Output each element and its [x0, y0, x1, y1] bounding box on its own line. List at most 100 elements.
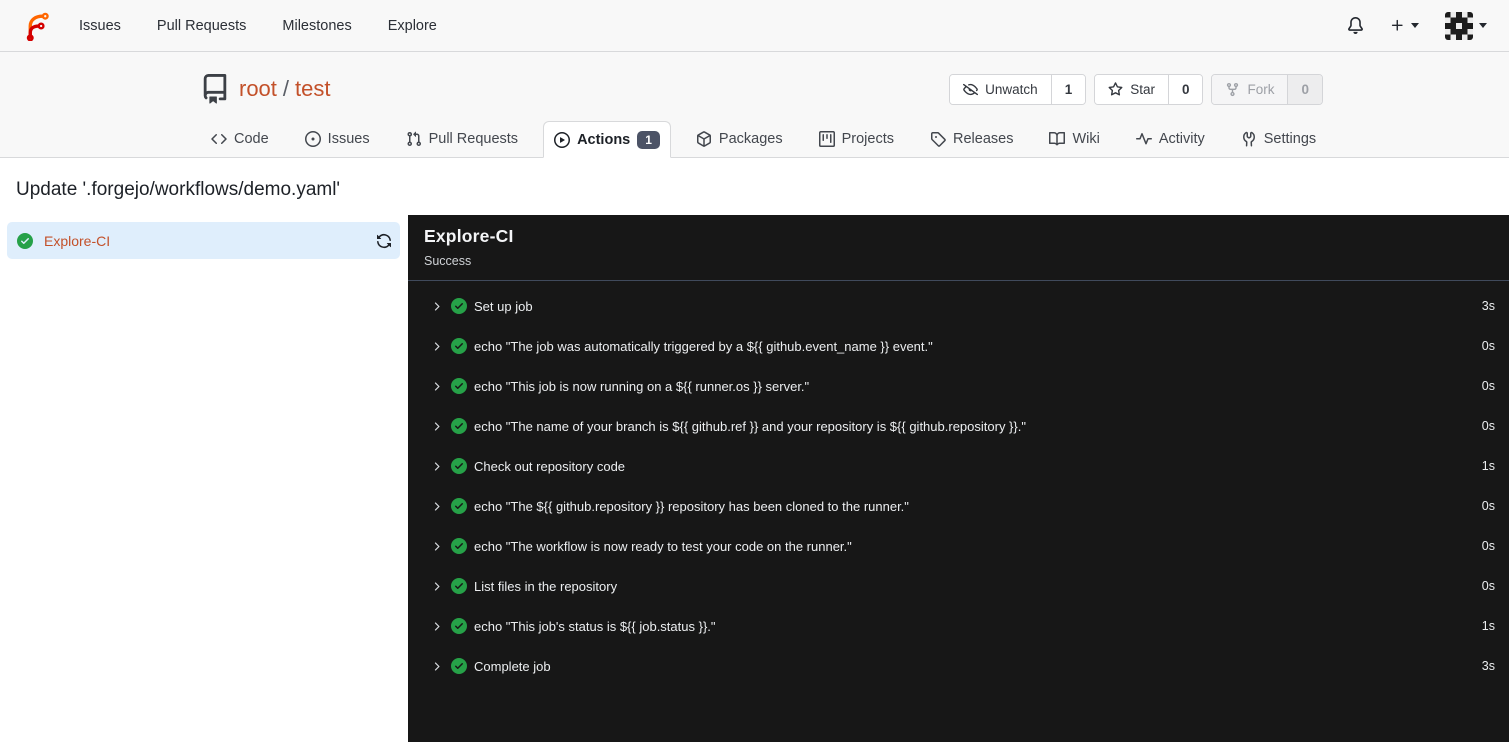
step-title: echo "The job was automatically triggere… — [474, 338, 933, 354]
check-circle-icon — [451, 418, 467, 434]
sidebar-job-explore-ci[interactable]: Explore-CI — [7, 222, 400, 259]
watchers-count[interactable]: 1 — [1050, 74, 1086, 104]
step-duration: 3s — [1481, 299, 1495, 313]
issue-opened-icon — [304, 130, 321, 147]
check-circle-icon — [17, 232, 33, 249]
book-icon — [1049, 131, 1066, 145]
user-menu-button[interactable] — [1445, 11, 1487, 40]
chevron-right-icon[interactable] — [430, 460, 443, 473]
repo-name-link[interactable]: test — [295, 76, 330, 102]
step-row[interactable]: Complete job 3s — [408, 646, 1509, 686]
step-row[interactable]: Check out repository code 1s — [408, 446, 1509, 486]
play-circle-icon — [554, 131, 571, 148]
chevron-right-icon[interactable] — [430, 340, 443, 353]
chevron-down-icon — [1479, 23, 1487, 28]
step-title: echo "This job is now running on a ${{ r… — [474, 378, 810, 394]
tab-wiki[interactable]: Wiki — [1038, 120, 1110, 157]
step-title: Check out repository code — [474, 458, 626, 474]
stars-count[interactable]: 0 — [1167, 74, 1203, 104]
repository-icon — [200, 74, 230, 104]
chevron-down-icon — [1411, 23, 1419, 28]
tab-activity[interactable]: Activity — [1125, 120, 1216, 157]
tab-releases[interactable]: Releases — [919, 120, 1024, 157]
repo-tab-bar: Code Issues Pull Requests Actions 1 Pack… — [200, 120, 1323, 158]
job-list-sidebar: Explore-CI — [0, 215, 408, 742]
step-duration: 3s — [1481, 659, 1495, 673]
job-name-label: Explore-CI — [44, 232, 111, 249]
step-duration: 0s — [1481, 419, 1495, 433]
step-duration: 0s — [1481, 339, 1495, 353]
chevron-right-icon[interactable] — [430, 300, 443, 313]
tab-pull-requests[interactable]: Pull Requests — [395, 120, 529, 157]
nav-link-milestones[interactable]: Milestones — [264, 0, 369, 52]
actions-count-badge: 1 — [637, 130, 660, 149]
step-duration: 1s — [1481, 619, 1495, 633]
tab-packages[interactable]: Packages — [685, 120, 794, 157]
repo-header: root / test Unwatch 1 Star 0 Fork 0 Code… — [0, 52, 1509, 158]
star-button-group: Star 0 — [1094, 73, 1204, 105]
tag-icon — [931, 131, 946, 147]
step-row[interactable]: echo "This job is now running on a ${{ r… — [408, 366, 1509, 406]
create-new-menu-button[interactable] — [1390, 18, 1419, 33]
chevron-right-icon[interactable] — [430, 580, 443, 593]
check-circle-icon — [451, 578, 467, 594]
step-row[interactable]: echo "The name of your branch is ${{ git… — [408, 406, 1509, 446]
chevron-right-icon[interactable] — [430, 660, 443, 673]
check-circle-icon — [451, 538, 467, 554]
tab-settings[interactable]: Settings — [1230, 120, 1327, 157]
forks-count: 0 — [1287, 74, 1322, 104]
step-duration: 0s — [1481, 379, 1495, 393]
tab-actions[interactable]: Actions 1 — [543, 121, 671, 158]
chevron-right-icon[interactable] — [430, 620, 443, 633]
step-row[interactable]: echo "The job was automatically triggere… — [408, 326, 1509, 366]
code-icon — [211, 133, 227, 144]
tab-code[interactable]: Code — [200, 120, 280, 157]
step-title: Complete job — [474, 658, 551, 674]
check-circle-icon — [451, 498, 467, 514]
watch-button-group: Unwatch 1 — [949, 73, 1087, 105]
tools-icon — [1242, 131, 1255, 147]
step-title: echo "The name of your branch is ${{ git… — [474, 418, 1026, 434]
chevron-right-icon[interactable] — [430, 500, 443, 513]
eye-closed-icon — [963, 83, 979, 95]
check-circle-icon — [451, 298, 467, 314]
tab-issues[interactable]: Issues — [294, 120, 381, 157]
nav-link-pull-requests[interactable]: Pull Requests — [139, 0, 264, 52]
forgejo-logo-icon[interactable] — [22, 10, 53, 41]
step-title: echo "The workflow is now ready to test … — [474, 538, 852, 554]
chevron-right-icon[interactable] — [430, 380, 443, 393]
repo-owner-link[interactable]: root — [239, 76, 277, 102]
star-button[interactable]: Star — [1095, 74, 1168, 104]
step-list: Set up job 3s echo "The job was automati… — [408, 281, 1509, 686]
tab-projects[interactable]: Projects — [808, 120, 905, 157]
step-row[interactable]: Set up job 3s — [408, 286, 1509, 326]
plus-icon — [1391, 19, 1403, 31]
project-board-icon — [818, 130, 835, 147]
step-row[interactable]: echo "This job's status is ${{ job.statu… — [408, 606, 1509, 646]
step-duration: 0s — [1481, 539, 1495, 553]
job-log-header: Explore-CI Success — [408, 215, 1509, 281]
step-duration: 0s — [1481, 499, 1495, 513]
check-circle-icon — [451, 458, 467, 474]
step-row[interactable]: echo "The workflow is now ready to test … — [408, 526, 1509, 566]
chevron-right-icon[interactable] — [430, 420, 443, 433]
step-duration: 1s — [1481, 459, 1495, 473]
unwatch-button[interactable]: Unwatch — [950, 74, 1051, 104]
chevron-right-icon[interactable] — [430, 540, 443, 553]
nav-link-issues[interactable]: Issues — [61, 0, 139, 52]
job-title: Explore-CI — [424, 226, 514, 246]
step-row[interactable]: List files in the repository 0s — [408, 566, 1509, 606]
package-icon — [696, 130, 711, 147]
step-title: echo "The ${{ github.repository }} repos… — [474, 498, 909, 514]
nav-link-explore[interactable]: Explore — [370, 0, 455, 52]
workflow-run-view: Explore-CI Explore-CI Success Set up job… — [0, 215, 1509, 742]
check-circle-icon — [451, 338, 467, 354]
step-row[interactable]: echo "The ${{ github.repository }} repos… — [408, 486, 1509, 526]
fork-button-group: Fork 0 — [1211, 73, 1323, 105]
step-title: echo "This job's status is ${{ job.statu… — [474, 618, 716, 634]
check-circle-icon — [451, 658, 467, 674]
notifications-bell-icon[interactable] — [1347, 17, 1364, 34]
fork-button: Fork — [1212, 74, 1288, 104]
job-log-panel: Explore-CI Success Set up job 3s echo "T… — [408, 215, 1509, 742]
refresh-icon[interactable] — [376, 233, 392, 249]
